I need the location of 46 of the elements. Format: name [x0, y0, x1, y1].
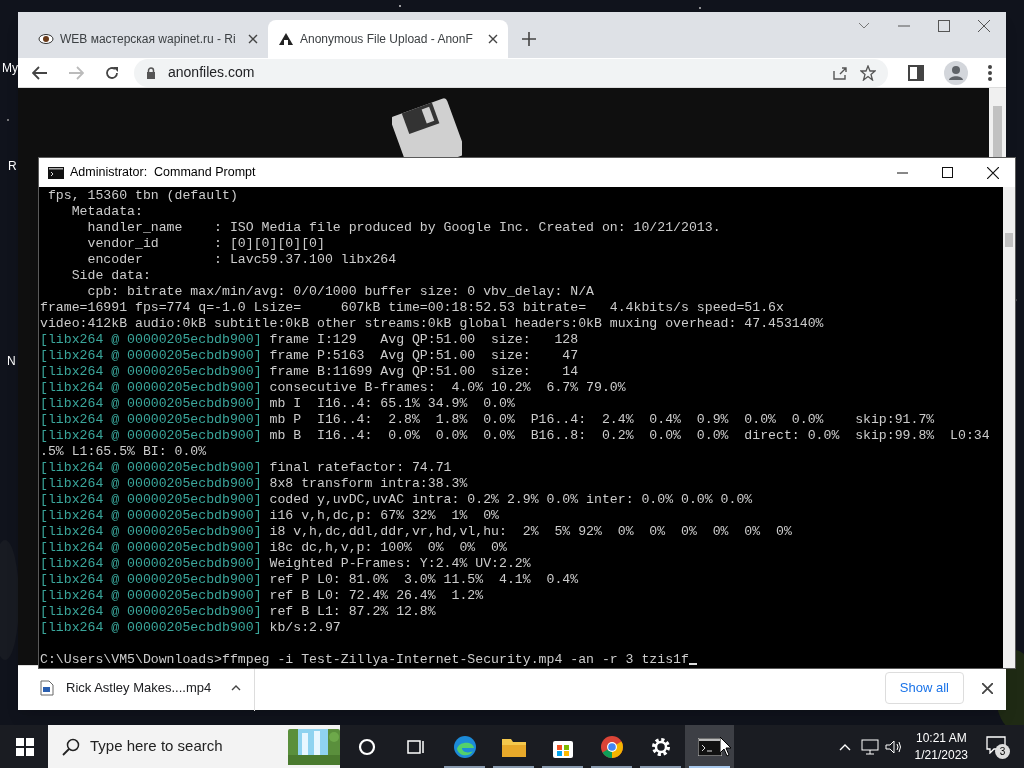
console-line: [libx264 @ 00000205ecbdb900] frame P:5163 Avg QP:51.00 size: 47 [40, 348, 579, 364]
console-line: cpb: bitrate max/min/avg: 0/0/1000 buffer size: 0 vbv_delay: N/A [86, 284, 594, 300]
browser-tab[interactable]: Anonymous File Upload - AnonF [268, 20, 508, 58]
search-field[interactable]: Type here to search [48, 725, 340, 768]
console-line: [libx264 @ 00000205ecbdb900] mb I I16..4: 65.1% 34.9% 0.0% [40, 396, 515, 412]
address-bar[interactable]: anonfiles.com [134, 58, 888, 87]
console-line: [libx264 @ 00000205ecbdb900] mb B I16..4: 0.0% 0.0% 0.0% B16..8: 0.2% 0.0% 0.0% direct: 0.0% skip:99.8% L0:34 [40, 428, 990, 444]
console-line: .5% L1:65.5% BI: 0.0% [40, 444, 207, 460]
clock-date[interactable]: 1/21/2023 [914, 746, 968, 764]
console-line: handler_name : ISO Media file produced by Google Inc. Created on: 10/21/2013. [86, 220, 721, 236]
notification-badge: 3 [995, 743, 1010, 759]
console-line: encoder : Lavc59.37.100 libx264 [86, 252, 397, 268]
clock-time[interactable]: 10:21 AM [915, 729, 967, 747]
console-line: [libx264 @ 00000205ecbdb900] Weighted P-Frames: Y:2.4% UV:2.2% [40, 556, 531, 572]
desktop-icon-label: N [7, 353, 16, 370]
console-line: [libx264 @ 00000205ecbdb900] final ratefactor: 74.71 [40, 460, 452, 476]
tab-title: WEB мастерская wapinet.ru - Ri [60, 31, 237, 48]
console-line: [libx264 @ 00000205ecbdb900] ref B L1: 87.2% 12.8% [40, 604, 436, 620]
console-line: [libx264 @ 00000205ecbdb900] frame B:11699 Avg QP:51.00 size: 14 [40, 364, 579, 380]
console-line: Metadata: [70, 204, 143, 220]
url-text: anonfiles.com [168, 63, 255, 82]
desktop-icon-label: R [8, 158, 17, 175]
console-line: frame=16991 fps=774 q=-1.0 Lsize= 607kB time=00:18:52.53 bitrate= 4.4kbits/s speed=51.6x [40, 300, 784, 316]
console-line: vendor_id : [0][0][0][0] [86, 236, 325, 252]
console-line: [libx264 @ 00000205ecbdb900] kb/s:2.97 [40, 620, 341, 636]
command-line[interactable]: C:\Users\VM5\Downloads>ffmpeg -i Test-Zillya-Internet-Security.mp4 -an -r 3 tzis1f [40, 652, 697, 668]
console-line: [libx264 @ 00000205ecbdb900] consecutive B-frames: 4.0% 10.2% 6.7% 79.0% [40, 380, 626, 396]
console-line: [libx264 @ 00000205ecbdb900] coded y,uvDC,uvAC intra: 0.2% 2.9% 0.0% inter: 0.0% 0.0% 0.0% [40, 492, 753, 508]
console-line: [libx264 @ 00000205ecbdb900] i8 v,h,dc,ddl,ddr,vr,hd,vl,hu: 2% 5% 92% 0% 0% 0% 0% 0% 0% [40, 524, 792, 540]
console-line: [libx264 @ 00000205ecbdb900] ref B L0: 72.4% 26.4% 1.2% [40, 588, 484, 604]
desktop-icon-label: My [2, 60, 18, 77]
console-line: [libx264 @ 00000205ecbdb900] ref P L0: 81.0% 3.0% 11.5% 4.1% 0.4% [40, 572, 579, 588]
console-line: [libx264 @ 00000205ecbdb900] frame I:129 Avg QP:51.00 size: 128 [40, 332, 579, 348]
file-name: Rick Astley Makes....mp4 [66, 679, 212, 698]
show-all-button[interactable]: Show all [884, 672, 964, 704]
console-line: [libx264 @ 00000205ecbdb900] mb P I16..4: 2.8% 1.8% 0.0% P16..4: 2.4% 0.4% 0.9% 0.0% 0.0% skip:91.7% [40, 412, 935, 428]
browser-tab[interactable]: WEB мастерская wapinet.ru - Ri [28, 20, 268, 58]
console-line: fps, 15360 tbn (default) [46, 188, 238, 204]
console-line: [libx264 @ 00000205ecbdb900] i16 v,h,dc,p: 67% 32% 1% 0% [40, 508, 499, 524]
tab-title: Anonymous File Upload - AnonF [300, 31, 474, 48]
console-line: [libx264 @ 00000205ecbdb900] i8c dc,h,v,p: 100% 0% 0% 0% [40, 540, 507, 556]
console-line: Side data: [70, 268, 151, 284]
search-placeholder: Type here to search [90, 736, 224, 757]
console-line: [libx264 @ 00000205ecbdb900] 8x8 transform intra:38.3% [40, 476, 468, 492]
console-line: video:412kB audio:0kB subtitle:0kB other streams:0kB global headers:0kB muxing overhead: 47.453140% [40, 316, 824, 332]
window-title: Administrator: Command Prompt [70, 164, 256, 182]
